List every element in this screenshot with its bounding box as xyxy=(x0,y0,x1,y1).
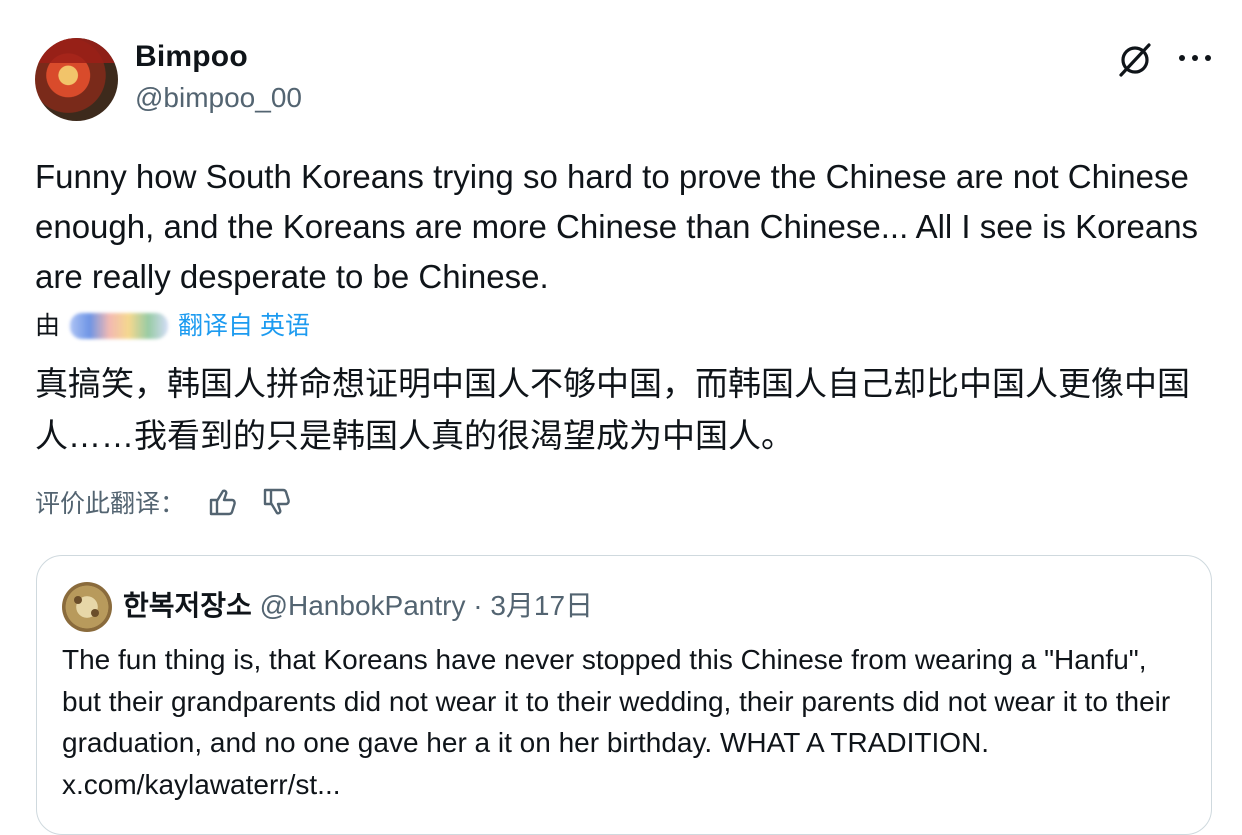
handle[interactable]: @bimpoo_00 xyxy=(135,82,302,114)
grok-icon[interactable] xyxy=(1115,40,1155,80)
translated-by-label: 由 xyxy=(35,312,61,340)
quoted-separator: · xyxy=(473,590,483,621)
quoted-header: 한복저장소 @HanbokPantry · 3月17日 xyxy=(123,586,593,626)
translated-by: 由 翻译自 英语 xyxy=(35,308,310,344)
thumbs-down-icon[interactable] xyxy=(261,486,293,518)
quoted-display-name[interactable]: 한복저장소 xyxy=(123,590,252,621)
translated-text: 真搞笑，韩国人拼命想证明中国人不够中国，而韩国人自己却比中国人更像中国人……我看… xyxy=(35,365,1190,454)
quoted-date[interactable]: 3月17日 xyxy=(490,590,593,621)
google-logo xyxy=(70,313,169,339)
quoted-text: The fun thing is, that Koreans have neve… xyxy=(62,644,1171,800)
display-name[interactable]: Bimpoo xyxy=(135,40,248,74)
thumbs-up-icon[interactable] xyxy=(207,486,239,518)
rate-translation: 评价此翻译： xyxy=(35,484,293,520)
avatar[interactable] xyxy=(35,38,118,121)
more-icon[interactable] xyxy=(1176,50,1216,66)
quoted-tweet[interactable]: 한복저장소 @HanbokPantry · 3月17日 The fun thin… xyxy=(36,555,1212,835)
quoted-handle[interactable]: @HanbokPantry xyxy=(260,590,466,621)
translated-from-link[interactable]: 翻译自 英语 xyxy=(178,308,310,344)
rate-translation-label: 评价此翻译： xyxy=(35,490,186,518)
tweet-text: Funny how South Koreans trying so hard t… xyxy=(35,158,1199,295)
quoted-avatar[interactable] xyxy=(62,582,112,632)
